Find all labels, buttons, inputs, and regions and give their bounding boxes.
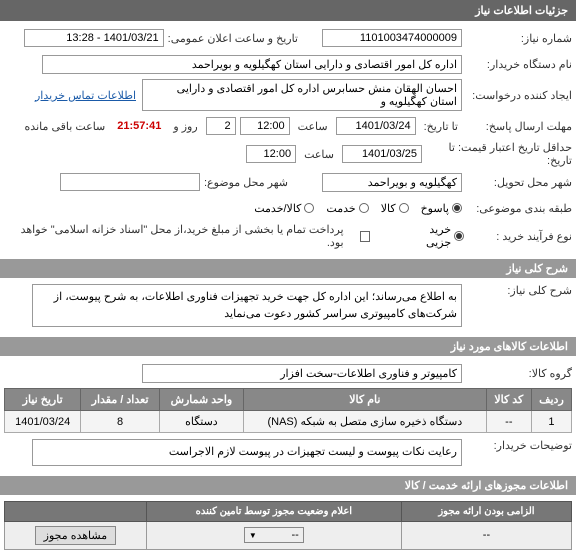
radio-pasokh[interactable]: پاسوخ	[421, 202, 462, 215]
label-need-no: شماره نیاز:	[462, 32, 572, 45]
label-purchase-type: نوع فرآیند خرید :	[464, 230, 572, 243]
cell-code: --	[486, 411, 531, 433]
label-to-date: تا تاریخ:	[420, 120, 462, 133]
th-qty: تعداد / مقدار	[81, 389, 159, 411]
select-value: --	[292, 529, 299, 541]
field-goods-group: کامپیوتر و فناوری اطلاعات-سخت افزار	[142, 364, 462, 383]
label-payment-note: پرداخت تمام یا بخشی از مبلغ خرید،از محل …	[4, 223, 348, 249]
table-row[interactable]: 1 -- دستگاه ذخیره سازی متصل به شبکه (NAS…	[5, 411, 572, 433]
field-validity-date: 1401/03/25	[342, 145, 422, 163]
radio-khedmat-label: خدمت	[326, 202, 355, 215]
field-announce-date: 1401/03/21 - 13:28	[24, 29, 164, 47]
label-delivery-city: شهر محل تحویل:	[462, 176, 572, 189]
th-auth-required: الزامی بودن ارائه مجوز	[401, 501, 571, 521]
section-need-info: جزئیات اطلاعات نیاز	[0, 0, 576, 21]
field-need-no: 1101003474000009	[322, 29, 462, 47]
section-service-auth: اطلاعات مجوزهای ارائه خدمت / کالا	[0, 476, 576, 495]
radio-dot-icon	[399, 203, 409, 213]
field-reply-date: 1401/03/24	[336, 117, 416, 135]
field-days-left: 2	[206, 117, 236, 135]
section-goods-info: اطلاعات کالاهای مورد نیاز	[0, 337, 576, 356]
radio-dot-icon	[304, 203, 314, 213]
radio-kala[interactable]: کالا	[381, 202, 409, 215]
field-buyer-notes: رعایت نکات پیوست و لیست تجهیزات در پیوست…	[32, 439, 462, 466]
label-remain: ساعت باقی مانده	[21, 120, 110, 133]
label-need-desc: شرح کلی نیاز:	[462, 284, 572, 297]
radio-dot-icon	[359, 203, 369, 213]
radio-kala-khedmat-label: کالا/خدمت	[254, 202, 301, 215]
radio-kharid-jozi[interactable]: خرید جزیی	[402, 223, 464, 249]
label-min-validity: حداقل تاریخ اعتبار قیمت: تا تاریخ:	[422, 141, 572, 167]
cell-auth-status: -- ▼	[146, 521, 401, 549]
cell-unit: دستگاه	[159, 411, 243, 433]
radio-dot-on-icon	[452, 203, 462, 213]
countdown-time: 21:57:41	[113, 120, 165, 132]
radio-kharid-jozi-label: خرید جزیی	[402, 223, 451, 249]
radio-pasokh-label: پاسوخ	[421, 202, 449, 215]
chevron-down-icon: ▼	[249, 531, 257, 540]
cell-idx: 1	[531, 411, 571, 433]
label-buyer-org: نام دستگاه خریدار:	[462, 58, 572, 71]
label-classification: طبقه بندی موضوعی:	[462, 202, 572, 215]
link-contact-buyer[interactable]: اطلاعات تماس خریدار	[35, 89, 136, 102]
field-subject-city	[60, 173, 200, 191]
radio-dot-on-icon	[454, 231, 464, 241]
th-auth-status: اعلام وضعیت مجوز توسط تامین کننده	[146, 501, 401, 521]
th-auth-action	[5, 501, 147, 521]
section-need-summary: شرح کلی نیاز	[0, 259, 576, 278]
radio-kala-label: کالا	[381, 202, 396, 215]
th-code: کد کالا	[486, 389, 531, 411]
label-announce-date: تاریخ و ساعت اعلان عمومی:	[164, 32, 302, 45]
field-reply-time: 12:00	[240, 117, 290, 135]
th-name: نام کالا	[243, 389, 486, 411]
label-subject-city: شهر محل موضوع:	[200, 176, 292, 189]
label-buyer-notes: توضیحات خریدار:	[462, 439, 572, 452]
label-reply-deadline: مهلت ارسال پاسخ:	[462, 120, 572, 133]
label-goods-group: گروه کالا:	[462, 367, 572, 380]
field-need-desc: به اطلاع می‌رساند؛ این اداره کل جهت خرید…	[32, 284, 462, 327]
radio-kala-khedmat[interactable]: کالا/خدمت	[254, 202, 314, 215]
label-saat-1: ساعت	[294, 120, 332, 133]
field-requester: احسان الهقان منش حسابرس اداره کل امور اق…	[142, 79, 462, 111]
field-validity-time: 12:00	[246, 145, 296, 163]
cell-name: دستگاه ذخیره سازی متصل به شبکه (NAS)	[243, 411, 486, 433]
label-rooz: روز و	[169, 120, 201, 133]
field-buyer-org: اداره کل امور اقتصادی و دارایی استان کهگ…	[42, 55, 462, 74]
cell-qty: 8	[81, 411, 159, 433]
select-auth-status[interactable]: -- ▼	[244, 527, 304, 543]
cell-auth-required: --	[401, 521, 571, 549]
checkbox-payment[interactable]	[360, 231, 371, 242]
th-unit: واحد شمارش	[159, 389, 243, 411]
field-delivery-city: کهگیلویه و بویراحمد	[322, 173, 462, 192]
goods-table: ردیف کد کالا نام کالا واحد شمارش تعداد /…	[4, 388, 572, 433]
th-date: تاریخ نیاز	[5, 389, 81, 411]
label-requester: ایجاد کننده درخواست:	[462, 89, 572, 102]
cell-auth-action: مشاهده مجوز	[5, 521, 147, 549]
view-auth-button[interactable]: مشاهده مجوز	[35, 526, 116, 545]
cell-date: 1401/03/24	[5, 411, 81, 433]
label-saat-2: ساعت	[300, 148, 338, 161]
radio-khedmat[interactable]: خدمت	[326, 202, 368, 215]
auth-row: -- -- ▼ مشاهده مجوز	[5, 521, 572, 549]
th-idx: ردیف	[531, 389, 571, 411]
auth-table: الزامی بودن ارائه مجوز اعلام وضعیت مجوز …	[4, 501, 572, 550]
